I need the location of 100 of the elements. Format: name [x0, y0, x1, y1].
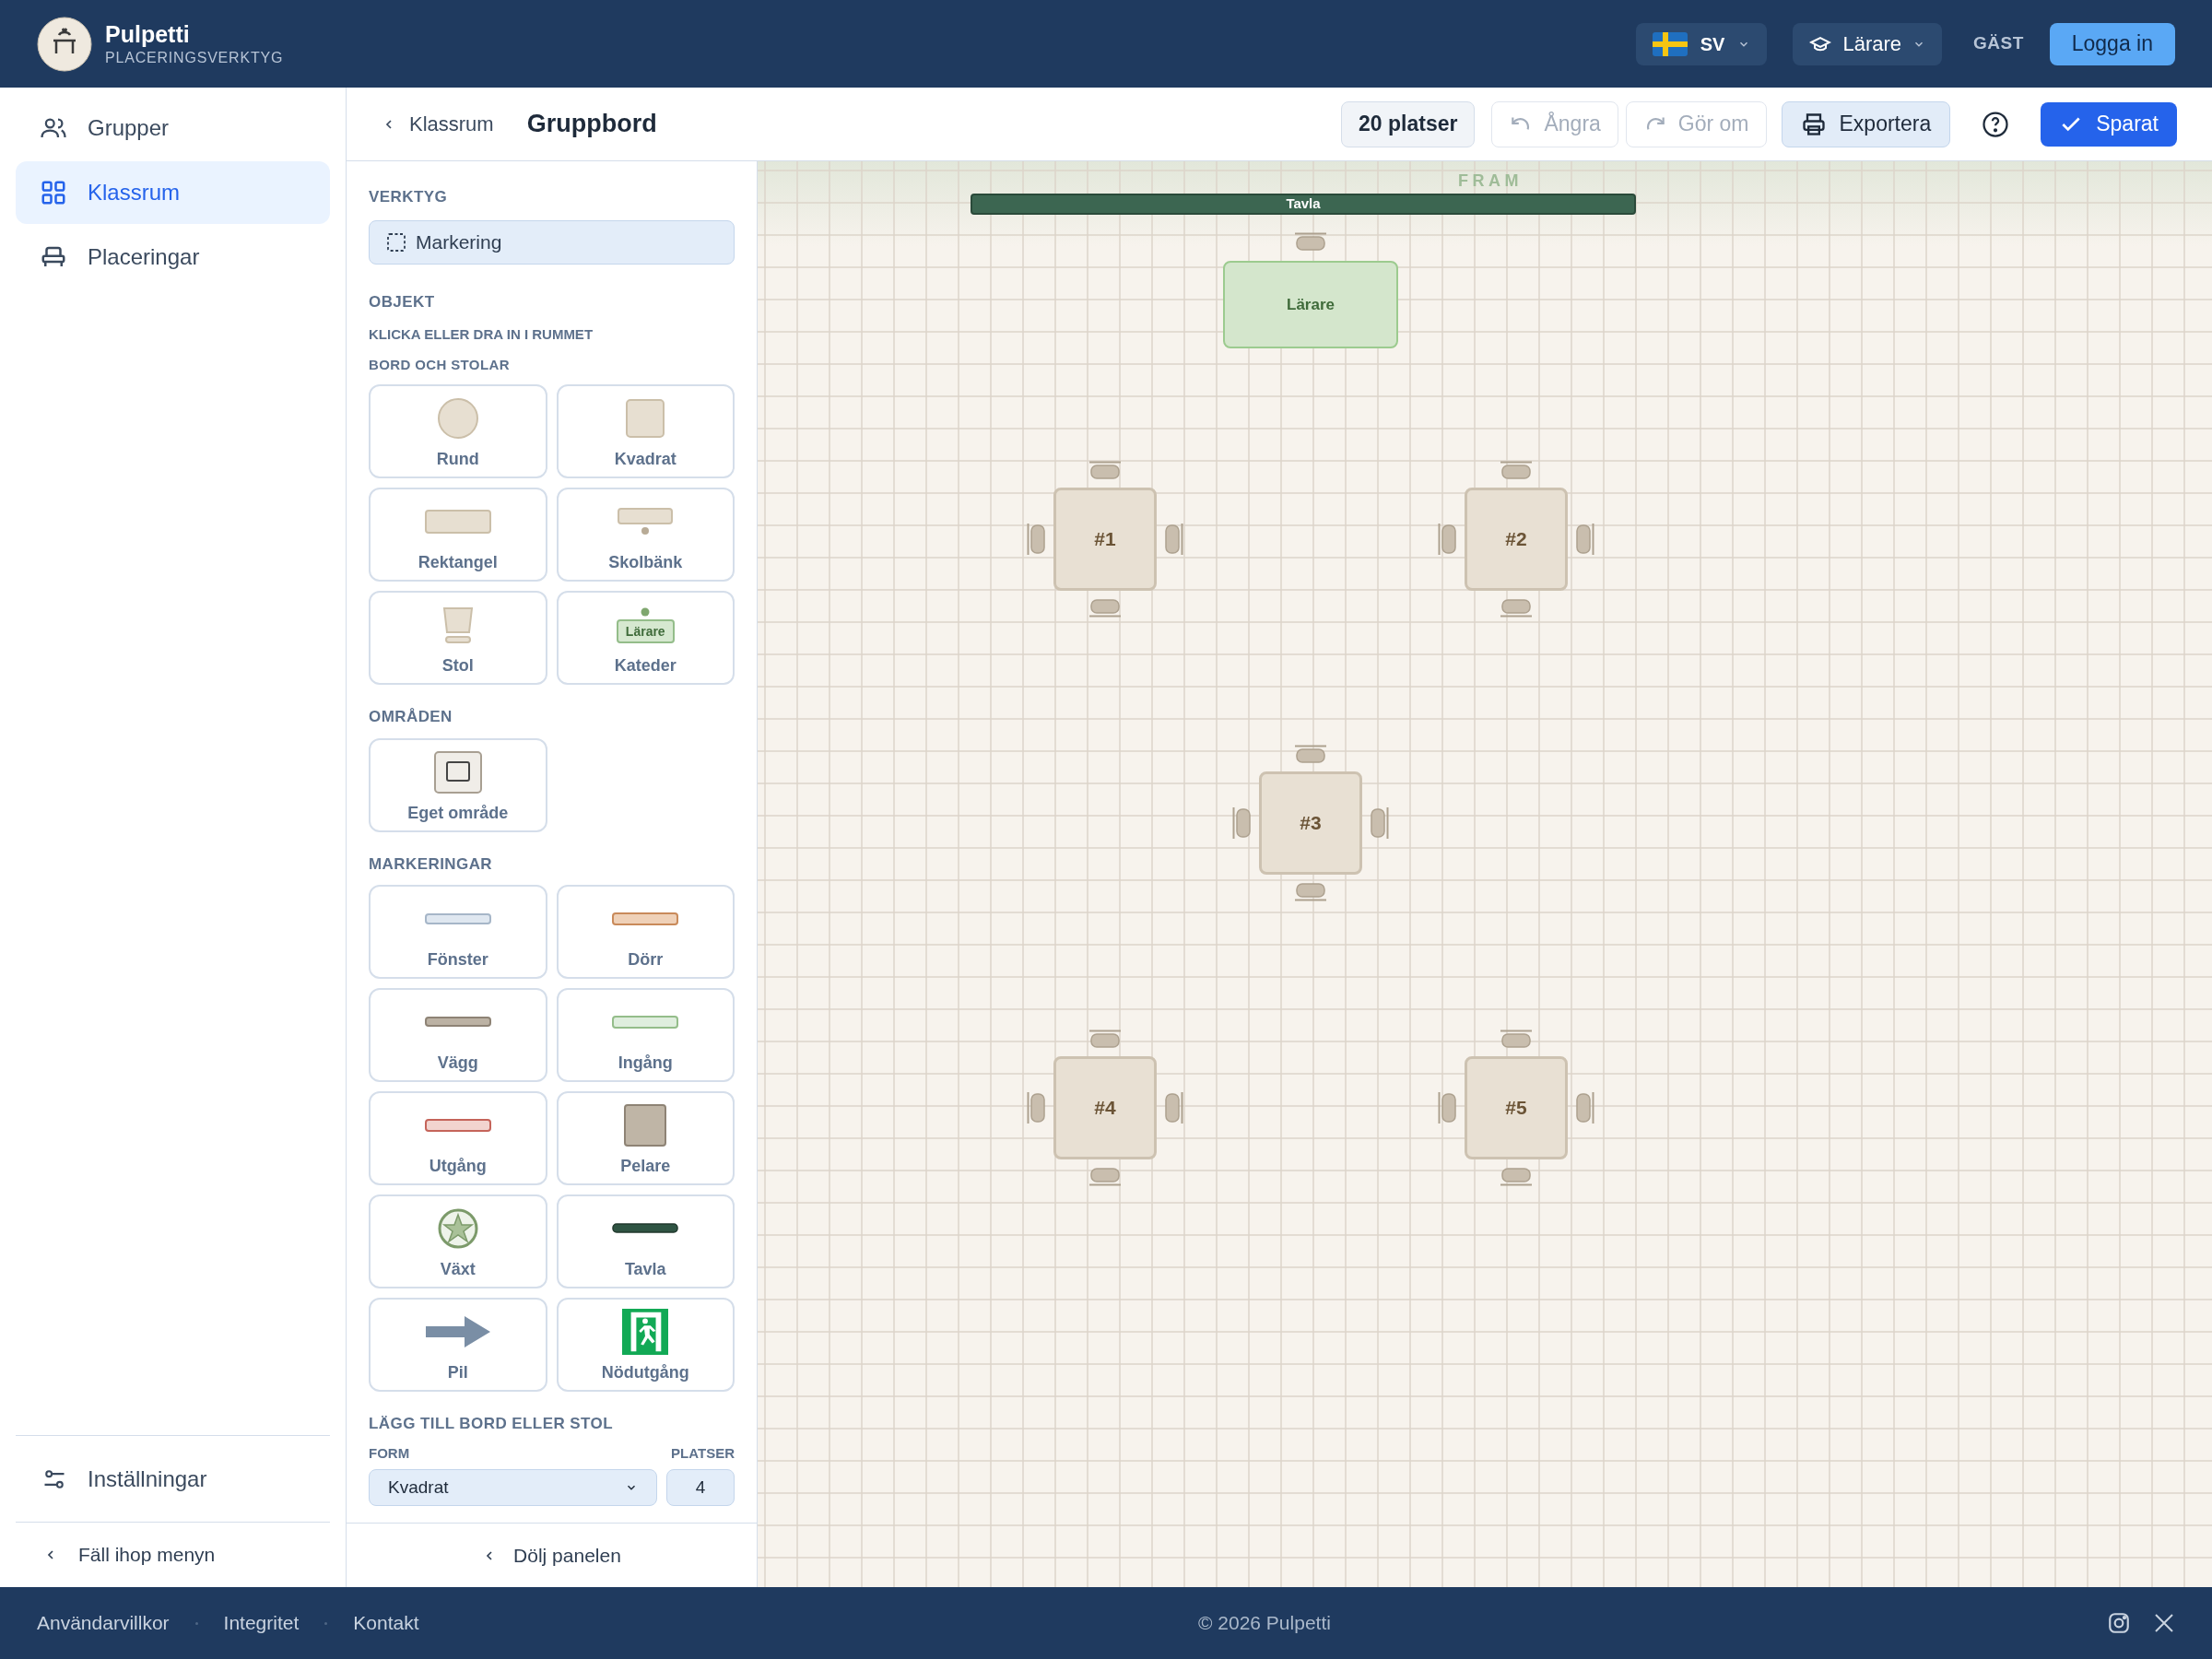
chair-icon	[1371, 806, 1389, 840]
guest-label: GÄST	[1973, 32, 2024, 55]
chair-icon	[1438, 523, 1456, 556]
seats-field[interactable]: 4	[666, 1469, 735, 1506]
square-table-icon	[626, 399, 665, 438]
footer-link[interactable]: Integritet	[223, 1608, 300, 1638]
role-dropdown[interactable]: Lärare	[1793, 22, 1943, 65]
circle-table-icon	[436, 397, 479, 440]
object-tile[interactable]: Skolbänk	[556, 488, 735, 582]
login-button[interactable]: Logga in	[2049, 22, 2175, 65]
arrow-right-icon	[425, 1316, 490, 1347]
chair-icon	[1500, 599, 1533, 618]
chair-icon	[1165, 523, 1183, 556]
rectangle-table-icon	[424, 510, 491, 534]
teacher-tag: Lärare	[616, 618, 675, 643]
square-icon	[624, 1104, 667, 1147]
object-tile[interactable]: Dörr	[556, 885, 735, 979]
object-tile[interactable]: Utgång	[369, 1091, 547, 1185]
object-tile[interactable]: Rektangel	[369, 488, 547, 582]
grid-icon	[40, 179, 67, 206]
shape-select[interactable]: Kvadrat	[369, 1469, 657, 1506]
chair-icon	[1576, 1091, 1594, 1124]
flag-icon	[1652, 31, 1688, 56]
chair-icon	[1027, 1091, 1045, 1124]
saved-button[interactable]: Sparat	[2041, 101, 2177, 147]
bar-icon	[424, 913, 491, 924]
camera-icon	[2107, 1611, 2131, 1635]
table: #1	[1053, 488, 1157, 591]
teacher-desk: Lärare	[1223, 261, 1398, 348]
object-tile[interactable]: Fönster	[369, 885, 547, 979]
object-tile[interactable]: Nödutgång	[556, 1298, 735, 1392]
logo-icon	[37, 16, 92, 72]
section-heading: BORD OCH STOLAR	[369, 355, 511, 374]
table: #5	[1465, 1056, 1568, 1159]
dashed-square-icon	[386, 231, 406, 253]
framed-square-icon	[433, 750, 482, 794]
object-tile[interactable]: Stol	[369, 591, 547, 685]
object-tile[interactable]: Ingång	[556, 988, 735, 1082]
object-tile[interactable]: Kvadrat	[556, 384, 735, 478]
bar-icon	[424, 1119, 491, 1132]
language-dropdown[interactable]: SV	[1635, 22, 1768, 65]
chair-icon	[1232, 806, 1251, 840]
table: #4	[1053, 1056, 1157, 1159]
collapse-menu-button[interactable]: Fäll ihop menyn	[16, 1523, 330, 1587]
instagram-link[interactable]	[2107, 1611, 2131, 1635]
object-tile[interactable]: Tavla	[556, 1194, 735, 1288]
section-hint: KLICKA ELLER DRA IN I RUMMET	[369, 325, 594, 344]
school-desk-icon	[618, 508, 674, 535]
sidebar-item[interactable]: Grupper	[16, 97, 330, 159]
object-tile[interactable]: Rund	[369, 384, 547, 478]
object-tile[interactable]: Lärare Kateder	[556, 591, 735, 685]
bar-icon	[612, 1016, 679, 1029]
field-label: FORM	[369, 1443, 410, 1463]
plant-icon	[436, 1207, 479, 1250]
object-tile[interactable]: Växt	[369, 1194, 547, 1288]
bar-icon	[424, 1017, 491, 1028]
chair-icon	[1088, 461, 1122, 479]
export-button[interactable]: Exportera	[1781, 100, 1951, 147]
object-tile[interactable]: Pelare	[556, 1091, 735, 1185]
footer-link[interactable]: Användarvillkor	[37, 1608, 170, 1638]
chair-icon	[1088, 599, 1122, 618]
help-icon	[1982, 110, 2010, 138]
chair-icon	[1027, 523, 1045, 556]
section-heading: LÄGG TILL BORD ELLER STOL	[369, 1414, 614, 1434]
dot-icon	[641, 606, 651, 617]
selection-tool-button[interactable]: Markering	[369, 219, 735, 265]
footer-link[interactable]: Kontakt	[353, 1608, 419, 1638]
printer-icon	[1800, 111, 1827, 137]
front-label: FRAM	[1458, 171, 1523, 192]
bar-icon	[612, 912, 679, 925]
page-title: Gruppbord	[526, 109, 657, 140]
object-tile[interactable]: Vägg	[369, 988, 547, 1082]
field-label: PLATSER	[671, 1443, 735, 1463]
chair-icon	[1500, 461, 1533, 479]
back-link[interactable]: Klassrum	[382, 109, 494, 139]
object-tile[interactable]: Eget område	[369, 737, 547, 832]
chair-icon	[1088, 1030, 1122, 1048]
object-tile[interactable]: Pil	[369, 1298, 547, 1392]
section-heading: OMRÅDEN	[369, 707, 453, 727]
x-link[interactable]	[2153, 1612, 2175, 1634]
chair-icon	[1165, 1091, 1183, 1124]
running-exit-sign-icon	[621, 1309, 670, 1355]
help-button[interactable]	[1982, 110, 2010, 138]
x-icon	[2153, 1612, 2175, 1634]
board-bar: Tavla	[971, 194, 1636, 215]
chair-icon	[1088, 1168, 1122, 1186]
sidebar-item[interactable]: Klassrum	[16, 161, 330, 224]
table: #3	[1259, 771, 1362, 875]
chair-icon	[1576, 523, 1594, 556]
chair-icon	[441, 606, 475, 644]
chair-icon	[1294, 232, 1327, 251]
chair-icon	[1500, 1168, 1533, 1186]
settings-button[interactable]: Inställningar	[16, 1435, 330, 1523]
table: #2	[1465, 488, 1568, 591]
app-name: Pulpetti	[105, 19, 191, 49]
section-heading: OBJEKT	[369, 291, 436, 312]
chair-icon	[1294, 883, 1327, 901]
sidebar-item[interactable]: Placeringar	[16, 226, 330, 288]
section-heading: VERKTYG	[369, 187, 449, 207]
copyright-text: © 2026 Pulpetti	[1198, 1611, 1331, 1636]
